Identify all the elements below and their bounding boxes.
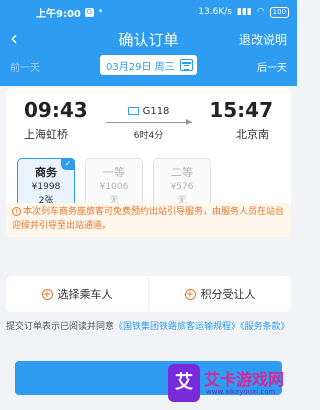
- date-label: 03月29日 周三: [106, 61, 175, 73]
- seat-price: ¥576: [170, 182, 194, 192]
- notice-text: 本次列车商务座旅客可免费预约出站引导服务，由服务人员在站台迎候并引导至出站通道。: [12, 207, 285, 231]
- chevron-left-icon[interactable]: ‹: [10, 27, 18, 49]
- trip-card: 09:43 上海虹桥 G118 6时4分 15:47 北京南 ✓ 商务 ¥199…: [6, 88, 291, 212]
- agreement-prefix: 提交订单表示已阅读并同意: [6, 322, 115, 332]
- nav-bar: ‹ 确认订单 退改说明: [0, 24, 297, 54]
- watermark-text: 艾卡游戏网: [204, 370, 285, 389]
- watermark: 艾 艾卡游戏网 www.aikayouxi.com: [168, 362, 290, 406]
- network-speed: 13.6K/s: [198, 7, 232, 17]
- seat-name: 二等: [171, 166, 193, 179]
- route-arrow: [106, 119, 192, 125]
- plus-circle-icon: +: [41, 288, 53, 300]
- signal-icon: ▮▮▮: [236, 7, 252, 17]
- next-day-button[interactable]: 后一天: [257, 59, 287, 74]
- passenger-actions: + 选择乘车人 + 积分受让人: [6, 276, 291, 312]
- seat-price: ¥1006: [99, 182, 129, 192]
- train-number: G118: [142, 106, 170, 117]
- terms-link[interactable]: 《服务条款》: [240, 322, 290, 332]
- calendar-icon: [180, 59, 193, 71]
- rules-link[interactable]: 《国铁集团铁路旅客运输规程》: [114, 322, 240, 332]
- watermark-logo: 艾: [168, 364, 200, 402]
- train-icon: [127, 107, 139, 115]
- plus-circle-icon: +: [184, 288, 196, 300]
- date-picker[interactable]: 03月29日 周三: [100, 55, 197, 75]
- seat-option-first[interactable]: 一等 ¥1006 无: [85, 158, 143, 208]
- seat-option-business[interactable]: ✓ 商务 ¥1998 2张: [17, 158, 75, 208]
- service-notice: ! 本次列车商务座旅客可免费预约出站引导服务，由服务人员在站台迎候并引导至出站通道…: [6, 203, 291, 237]
- status-time: 上午9:00: [36, 8, 81, 20]
- app-notification-icon: G: [84, 7, 94, 17]
- check-icon: ✓: [61, 158, 75, 170]
- more-notifications-icon: •: [97, 7, 104, 17]
- status-bar: 上午9:00 G • 13.6K/s ▮▮▮ ◠ 100: [0, 0, 297, 24]
- seat-price: ¥1998: [31, 182, 61, 192]
- points-recipient-button[interactable]: + 积分受让人: [148, 276, 291, 312]
- date-bar: 前一天 03月29日 周三 后一天: [0, 54, 297, 78]
- choose-passenger-label: 选择乘车人: [57, 288, 113, 301]
- choose-passenger-button[interactable]: + 选择乘车人: [6, 276, 148, 312]
- seat-name: 一等: [103, 166, 125, 179]
- seat-option-second[interactable]: 二等 ¥576 无: [153, 158, 211, 208]
- wifi-icon: ◠: [256, 7, 265, 17]
- arrive-station: 北京南: [236, 128, 269, 141]
- arrive-time: 15:47: [209, 98, 273, 122]
- watermark-url: www.aikayouxi.com: [206, 388, 276, 396]
- agreement-text: 提交订单表示已阅读并同意《国铁集团铁路旅客运输规程》《服务条款》: [6, 320, 291, 334]
- info-icon: !: [12, 207, 21, 216]
- battery-icon: 100: [269, 6, 289, 18]
- refund-policy-link[interactable]: 退改说明: [239, 31, 287, 48]
- points-recipient-label: 积分受让人: [200, 288, 256, 301]
- prev-day-button[interactable]: 前一天: [10, 59, 40, 74]
- app-header: 上午9:00 G • 13.6K/s ▮▮▮ ◠ 100 ‹ 确认订单 退改说明…: [0, 0, 297, 86]
